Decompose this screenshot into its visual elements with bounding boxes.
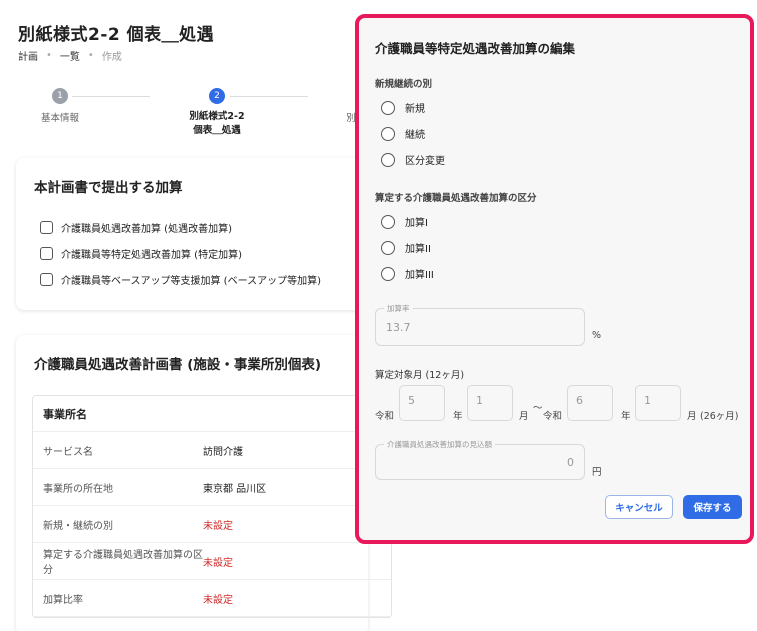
- radio-option-addition-2[interactable]: 加算II: [381, 240, 431, 255]
- step-basic-info[interactable]: 1 基本情報: [28, 88, 92, 124]
- period-total: (26ヶ月): [700, 411, 739, 422]
- row-key: 加算比率: [43, 594, 83, 606]
- percent-unit: %: [592, 330, 602, 341]
- radio-button[interactable]: [381, 214, 395, 229]
- end-month-input[interactable]: 1: [635, 385, 681, 421]
- row-value: 東京都 品川区: [203, 483, 267, 495]
- new-continue-label: 新規継続の別: [375, 79, 433, 90]
- breadcrumb-separator: •: [46, 50, 52, 61]
- radio-button[interactable]: [381, 126, 395, 141]
- radio-label: 加算II: [405, 244, 431, 255]
- edit-modal: 介護職員等特定処遇改善加算の編集 新規継続の別 新規 継続 区分変更 算定する介…: [355, 14, 754, 544]
- checkbox[interactable]: [40, 246, 53, 260]
- radio-button[interactable]: [381, 100, 395, 115]
- breadcrumb: 計画 • 一覧 • 作成: [18, 48, 122, 63]
- breadcrumb-item-plan[interactable]: 計画: [18, 48, 38, 63]
- row-value: 訪問介護: [203, 446, 243, 458]
- addition-rate-input[interactable]: 加算率 13.7: [375, 303, 585, 346]
- end-year-input[interactable]: 6: [567, 385, 613, 421]
- checkbox-label: 介護職員等ベースアップ等支援加算 (ベースアップ等加算): [61, 275, 321, 287]
- table-row: サービス名 訪問介護: [33, 432, 391, 469]
- year-unit-end: 年: [621, 411, 631, 422]
- card-title: 本計画書で提出する加算: [34, 180, 183, 196]
- plan-table-card: 介護職員処遇改善計画書 (施設・事業所別個表) 事業所名 サービス名 訪問介護 …: [16, 335, 392, 631]
- checkbox-row[interactable]: 介護職員等特定処遇改善加算 (特定加算): [40, 240, 321, 266]
- checkbox[interactable]: [40, 220, 53, 234]
- radio-option-continue[interactable]: 継続: [381, 126, 425, 141]
- row-value: 未設定: [203, 557, 233, 569]
- breadcrumb-item-list[interactable]: 一覧: [60, 48, 80, 63]
- modal-title: 介護職員等特定処遇改善加算の編集: [375, 41, 576, 56]
- card-title: 介護職員処遇改善計画書 (施設・事業所別個表): [34, 357, 322, 373]
- estimate-amount-input[interactable]: 介護職員処遇改善加算の見込額 0: [375, 439, 585, 480]
- radio-option-new[interactable]: 新規: [381, 100, 425, 115]
- checkbox-label: 介護職員等特定処遇改善加算 (特定加算): [61, 249, 242, 261]
- checkbox[interactable]: [40, 272, 53, 286]
- row-value: 未設定: [203, 520, 233, 532]
- radio-option-addition-1[interactable]: 加算I: [381, 214, 428, 229]
- table-row: 算定する介護職員処遇改善加算の区分 未設定: [33, 543, 391, 580]
- addition-select-card: 本計画書で提出する加算 介護職員処遇改善加算 (処遇改善加算) 介護職員等特定処…: [16, 158, 368, 310]
- start-month-input[interactable]: 1: [467, 385, 513, 421]
- radio-label: 加算I: [405, 218, 428, 229]
- addition-class-label: 算定する介護職員処遇改善加算の区分: [375, 193, 537, 204]
- radio-button[interactable]: [381, 266, 395, 281]
- radio-label: 新規: [405, 104, 425, 115]
- month-unit-end: 月: [687, 411, 697, 422]
- era-label-end: 令和: [543, 411, 563, 422]
- start-year-input[interactable]: 5: [399, 385, 445, 421]
- stepper: 1 基本情報 2 別紙様式2-2 個表＿処遇 別: [0, 88, 360, 148]
- radio-option-addition-3[interactable]: 加算III: [381, 266, 434, 281]
- page-title: 別紙様式2-2 個表＿処遇: [18, 25, 215, 45]
- radio-label: 区分変更: [405, 156, 445, 167]
- row-value: 未設定: [203, 594, 233, 606]
- addition-rate-value: 13.7: [386, 321, 411, 334]
- estimate-amount-legend: 介護職員処遇改善加算の見込額: [384, 439, 495, 450]
- addition-rate-legend: 加算率: [384, 303, 413, 314]
- checkbox-label: 介護職員処遇改善加算 (処遇改善加算): [61, 223, 232, 235]
- step-label: 別紙様式2-2 個表＿処遇: [189, 111, 245, 136]
- step-individual-table[interactable]: 2 別紙様式2-2 個表＿処遇: [176, 88, 258, 138]
- row-key: 新規・継続の別: [43, 520, 113, 532]
- row-key: サービス名: [43, 446, 93, 458]
- step-number: 1: [52, 88, 68, 104]
- checkbox-row[interactable]: 介護職員処遇改善加算 (処遇改善加算): [40, 214, 321, 240]
- radio-button[interactable]: [381, 240, 395, 255]
- radio-button[interactable]: [381, 152, 395, 167]
- estimate-amount-value: 0: [567, 456, 574, 469]
- row-key: 事業所の所在地: [43, 483, 113, 495]
- range-tilde: 〜: [533, 403, 543, 414]
- yen-unit: 円: [592, 467, 602, 478]
- step-number: 2: [209, 88, 225, 104]
- table-header: 事業所名: [33, 396, 391, 432]
- row-key: 算定する介護職員処遇改善加算の区分: [43, 550, 203, 576]
- period-label: 算定対象月 (12ヶ月): [375, 370, 465, 381]
- checkbox-row[interactable]: 介護職員等ベースアップ等支援加算 (ベースアップ等加算): [40, 266, 321, 292]
- breadcrumb-item-create: 作成: [101, 52, 122, 63]
- year-unit-start: 年: [453, 411, 463, 422]
- radio-label: 継続: [405, 130, 425, 141]
- facility-table: 事業所名 サービス名 訪問介護 事業所の所在地 東京都 品川区 新規・継続の別 …: [32, 395, 392, 618]
- era-label-start: 令和: [375, 411, 395, 422]
- table-row: 新規・継続の別 未設定: [33, 506, 391, 543]
- table-row: 事業所の所在地 東京都 品川区: [33, 469, 391, 506]
- table-row: 加算比率 未設定: [33, 580, 391, 617]
- month-unit-start: 月: [519, 411, 529, 422]
- breadcrumb-separator: •: [87, 50, 94, 61]
- radio-label: 加算III: [405, 270, 434, 281]
- save-button[interactable]: 保存する: [683, 495, 742, 519]
- radio-option-change[interactable]: 区分変更: [381, 152, 445, 167]
- cancel-button[interactable]: キャンセル: [605, 495, 673, 519]
- step-label: 基本情報: [40, 113, 79, 124]
